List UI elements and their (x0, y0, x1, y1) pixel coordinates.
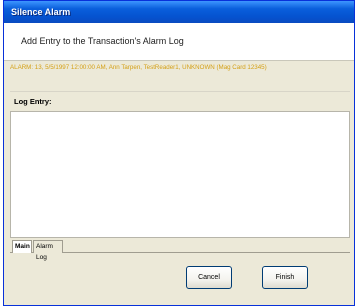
log-entry-label-bar: Log Entry: (10, 91, 350, 111)
cancel-button[interactable]: Cancel (186, 266, 232, 289)
header-panel: Add Entry to the Transaction's Alarm Log (4, 23, 354, 61)
tab-strip: Main Alarm Log (10, 239, 350, 261)
tab-main[interactable]: Main (12, 240, 32, 253)
finish-button[interactable]: Finish (262, 266, 308, 289)
silence-alarm-window: Silence Alarm Add Entry to the Transacti… (3, 0, 355, 306)
window-title: Silence Alarm (11, 7, 71, 17)
tab-alarm-log[interactable]: Alarm Log (33, 240, 63, 261)
log-entry-label: Log Entry: (14, 97, 52, 106)
header-instruction: Add Entry to the Transaction's Alarm Log (21, 36, 184, 46)
log-entry-textarea[interactable] (10, 111, 350, 238)
title-bar[interactable]: Silence Alarm (4, 1, 354, 23)
alarm-info-text: ALARM: 13, 5/5/1997 12:00:00 AM, Ann Tar… (10, 64, 267, 71)
